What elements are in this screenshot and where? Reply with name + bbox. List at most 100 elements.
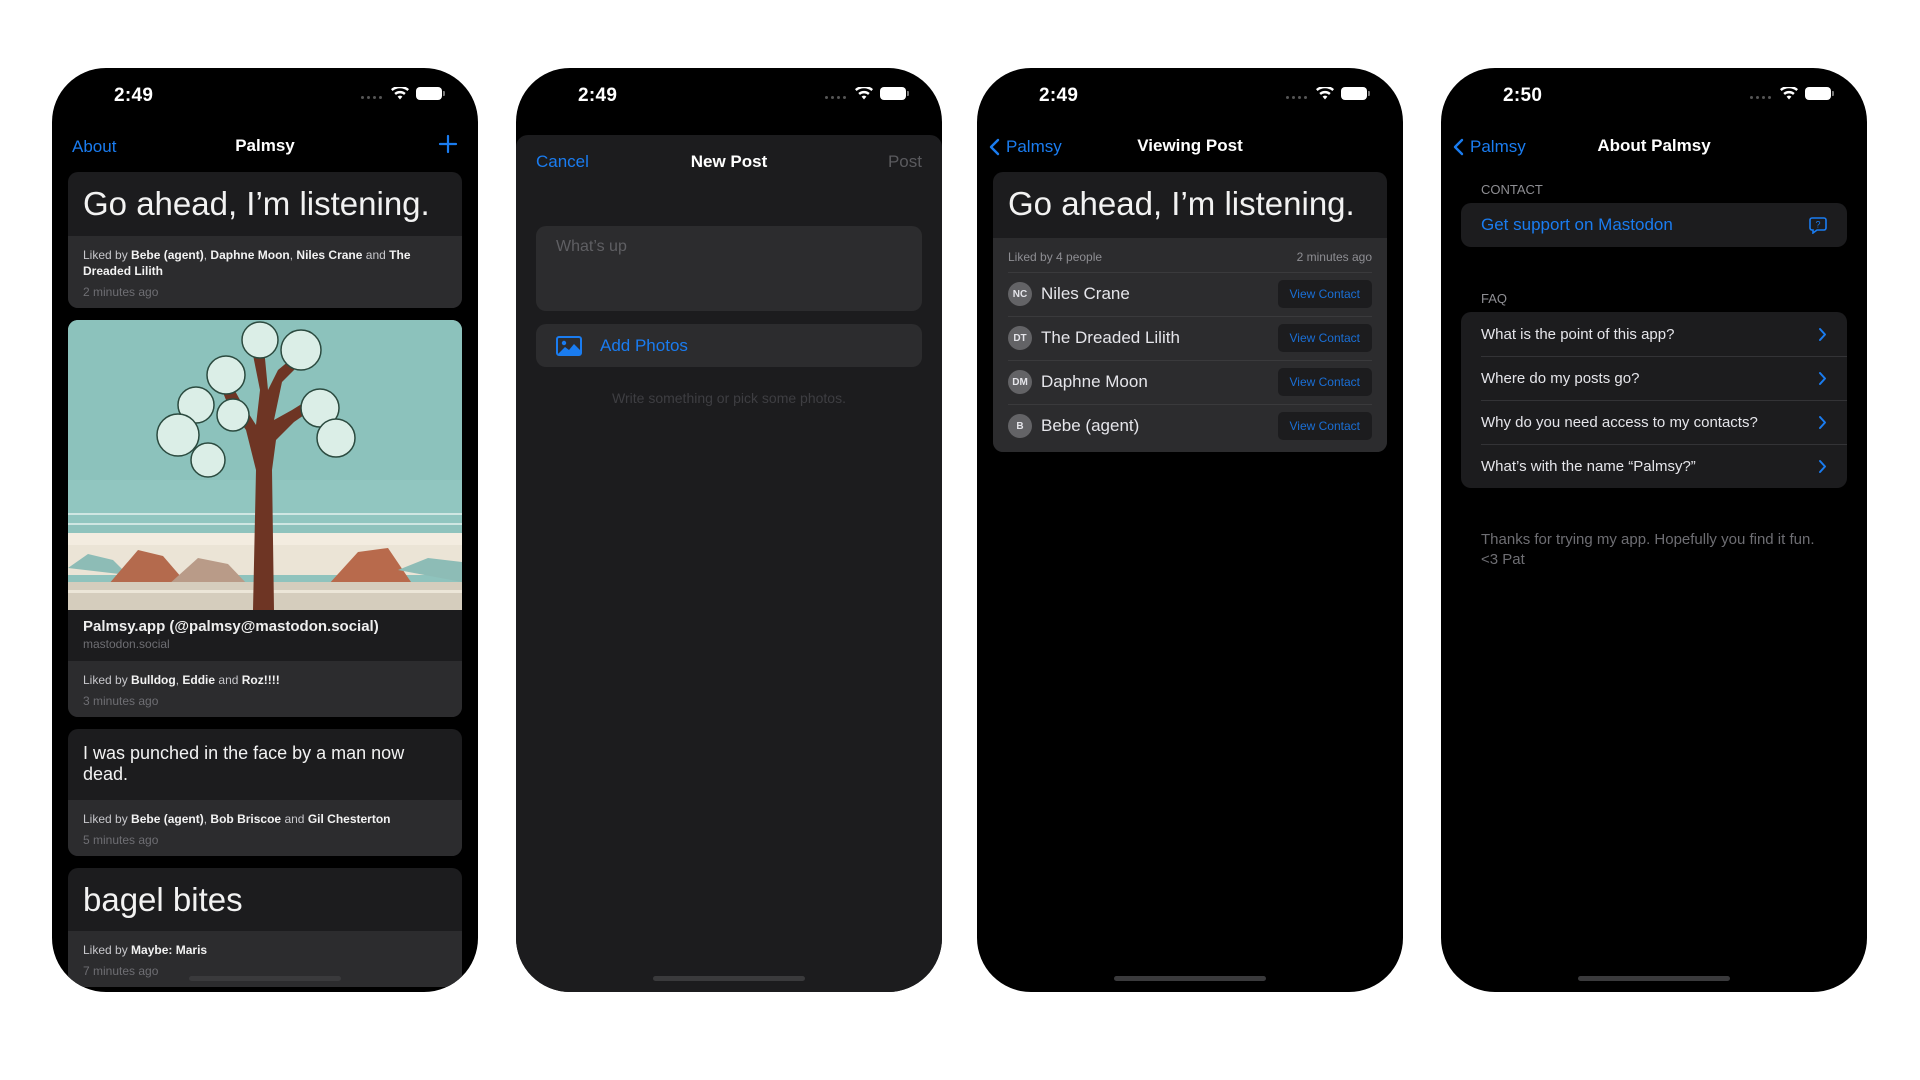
post-text: Go ahead, I’m listening. (1008, 185, 1355, 222)
cellular-signal-icon (1750, 96, 1771, 99)
footer-line: Thanks for trying my app. Hopefully you … (1481, 531, 1815, 548)
liked-by-text: Liked by Bebe (agent), Daphne Moon, Nile… (83, 247, 411, 278)
faq-row[interactable]: What is the point of this app? (1461, 312, 1847, 356)
post-timestamp: 2 minutes ago (83, 284, 159, 299)
liker-name: Bebe (agent) (1041, 416, 1140, 436)
contact-section-label: CONTACT (1481, 182, 1543, 197)
home-indicator[interactable] (1114, 976, 1266, 981)
chevron-right-icon (1819, 371, 1826, 385)
view-contact-button[interactable]: View Contact (1277, 368, 1372, 397)
navigation-bar: About Palmsy (52, 124, 478, 170)
cellular-signal-icon (361, 96, 382, 99)
add-photos-button[interactable]: Add Photos (536, 324, 922, 367)
chevron-right-icon (1819, 327, 1826, 341)
avatar: B (1008, 414, 1032, 439)
liker-name: The Dreaded Lilith (1041, 328, 1180, 348)
faq-row[interactable]: Why do you need access to my contacts? (1461, 400, 1847, 444)
status-bar: 2:49 (52, 68, 478, 124)
wifi-icon (391, 87, 409, 100)
liked-by-text: Liked by Bulldog, Eddie and Roz!!!! (83, 672, 280, 687)
support-label: Get support on Mastodon (1481, 215, 1673, 234)
about-content: CONTACT Get support on Mastodon ? FAQ Wh… (1461, 172, 1847, 570)
post-detail-card: Go ahead, I’m listening. Liked by 4 peop… (993, 172, 1387, 452)
nav-title: Viewing Post (1137, 136, 1243, 155)
post-text: bagel bites (83, 880, 243, 918)
faq-section-label: FAQ (1481, 291, 1508, 306)
faq-question: Why do you need access to my contacts? (1481, 413, 1758, 431)
liked-summary: Liked by 4 people (1008, 249, 1103, 264)
post-button[interactable]: Post (888, 152, 922, 172)
help-bubble-icon: ? (1809, 217, 1827, 234)
caption-title: Palmsy.app (@palmsy@mastodon.social) (83, 617, 379, 635)
liked-by-text: Liked by Bebe (agent), Bob Briscoe and G… (83, 811, 391, 826)
home-indicator[interactable] (189, 976, 341, 981)
status-time: 2:49 (578, 85, 618, 106)
navigation-bar: Palmsy About Palmsy (1441, 124, 1867, 170)
status-bar: 2:49 (516, 68, 942, 124)
wifi-icon (1316, 87, 1334, 100)
faq-row[interactable]: What’s with the name “Palmsy?” (1461, 444, 1847, 488)
avatar: NC (1008, 282, 1032, 307)
compose-textarea[interactable]: What’s up (536, 226, 922, 311)
post-card[interactable]: Go ahead, I’m listening. Liked by Bebe (… (68, 172, 462, 308)
status-time: 2:49 (1039, 85, 1079, 106)
home-indicator[interactable] (653, 976, 805, 981)
likes-section: Liked by 4 people 2 minutes ago NC Niles… (993, 237, 1387, 452)
post-card-image[interactable]: Palmsy.app (@palmsy@mastodon.social) mas… (68, 319, 462, 717)
footer-signature: <3 Pat (1481, 551, 1525, 568)
post-text: Go ahead, I’m listening. (83, 185, 430, 222)
liker-row: NC Niles Crane View Contact (1008, 271, 1372, 316)
add-photos-label: Add Photos (600, 335, 688, 355)
liked-by-text: Liked by Maybe: Maris (83, 943, 208, 958)
compose-hint: Write something or pick some photos. (612, 390, 846, 406)
cellular-signal-icon (825, 96, 846, 99)
chevron-right-icon (1819, 459, 1826, 473)
wifi-icon (855, 87, 873, 100)
post-card[interactable]: bagel bites Liked by Maybe: Maris 7 minu… (68, 867, 462, 988)
faq-row[interactable]: Where do my posts go? (1461, 356, 1847, 400)
get-support-link[interactable]: Get support on Mastodon ? (1461, 203, 1847, 247)
post-text: I was punched in the face by a man now d… (83, 742, 405, 785)
home-indicator[interactable] (1578, 976, 1730, 981)
plus-icon[interactable] (438, 130, 458, 160)
contact-group: Get support on Mastodon ? (1461, 203, 1847, 247)
phone-about-screen: 2:50 Palmsy About Palmsy CONTACT Get sup… (1441, 68, 1867, 992)
status-icons (1286, 87, 1370, 100)
post-image (68, 319, 462, 610)
post-meta: Liked by Bulldog, Eddie and Roz!!!! 3 mi… (68, 660, 462, 717)
sheet-title: New Post (690, 152, 768, 171)
phone-new-post-screen: 2:49 Cancel New Post Post What’s up Add … (516, 68, 942, 992)
battery-icon (880, 87, 909, 100)
liker-row: DM Daphne Moon View Contact (1008, 359, 1372, 404)
view-contact-button[interactable]: View Contact (1277, 324, 1372, 353)
post-timestamp: 2 minutes ago (1296, 249, 1372, 264)
battery-icon (1805, 87, 1834, 100)
thanks-footer: Thanks for trying my app. Hopefully you … (1461, 530, 1847, 570)
liker-row: DT The Dreaded Lilith View Contact (1008, 315, 1372, 360)
likes-header: Liked by 4 people 2 minutes ago (1008, 238, 1372, 272)
post-card[interactable]: I was punched in the face by a man now d… (68, 728, 462, 856)
liker-name: Daphne Moon (1041, 372, 1148, 392)
phone-viewing-post-screen: 2:49 Palmsy Viewing Post Go ahead, I’m l… (977, 68, 1403, 992)
liker-row: B Bebe (agent) View Contact (1008, 403, 1372, 448)
view-contact-button[interactable]: View Contact (1277, 280, 1372, 309)
svg-text:?: ? (1815, 220, 1820, 230)
status-bar: 2:49 (977, 68, 1403, 124)
post-timestamp: 3 minutes ago (83, 693, 159, 708)
nav-title: Palmsy (235, 136, 295, 155)
photo-icon (556, 335, 582, 356)
new-post-sheet: Cancel New Post Post What’s up Add Photo… (516, 135, 942, 992)
sheet-navigation-bar: Cancel New Post Post (516, 135, 942, 189)
navigation-bar: Palmsy Viewing Post (977, 124, 1403, 170)
faq-question: What’s with the name “Palmsy?” (1481, 457, 1696, 475)
faq-question: Where do my posts go? (1481, 369, 1640, 387)
status-icons (825, 87, 909, 100)
cellular-signal-icon (1286, 96, 1307, 99)
faq-question: What is the point of this app? (1481, 325, 1675, 343)
joshua-tree-image (68, 319, 462, 610)
view-contact-button[interactable]: View Contact (1277, 412, 1372, 441)
caption-source: mastodon.social (83, 636, 170, 651)
avatar: DM (1008, 370, 1032, 395)
status-time: 2:49 (114, 85, 154, 106)
battery-icon (416, 87, 445, 100)
